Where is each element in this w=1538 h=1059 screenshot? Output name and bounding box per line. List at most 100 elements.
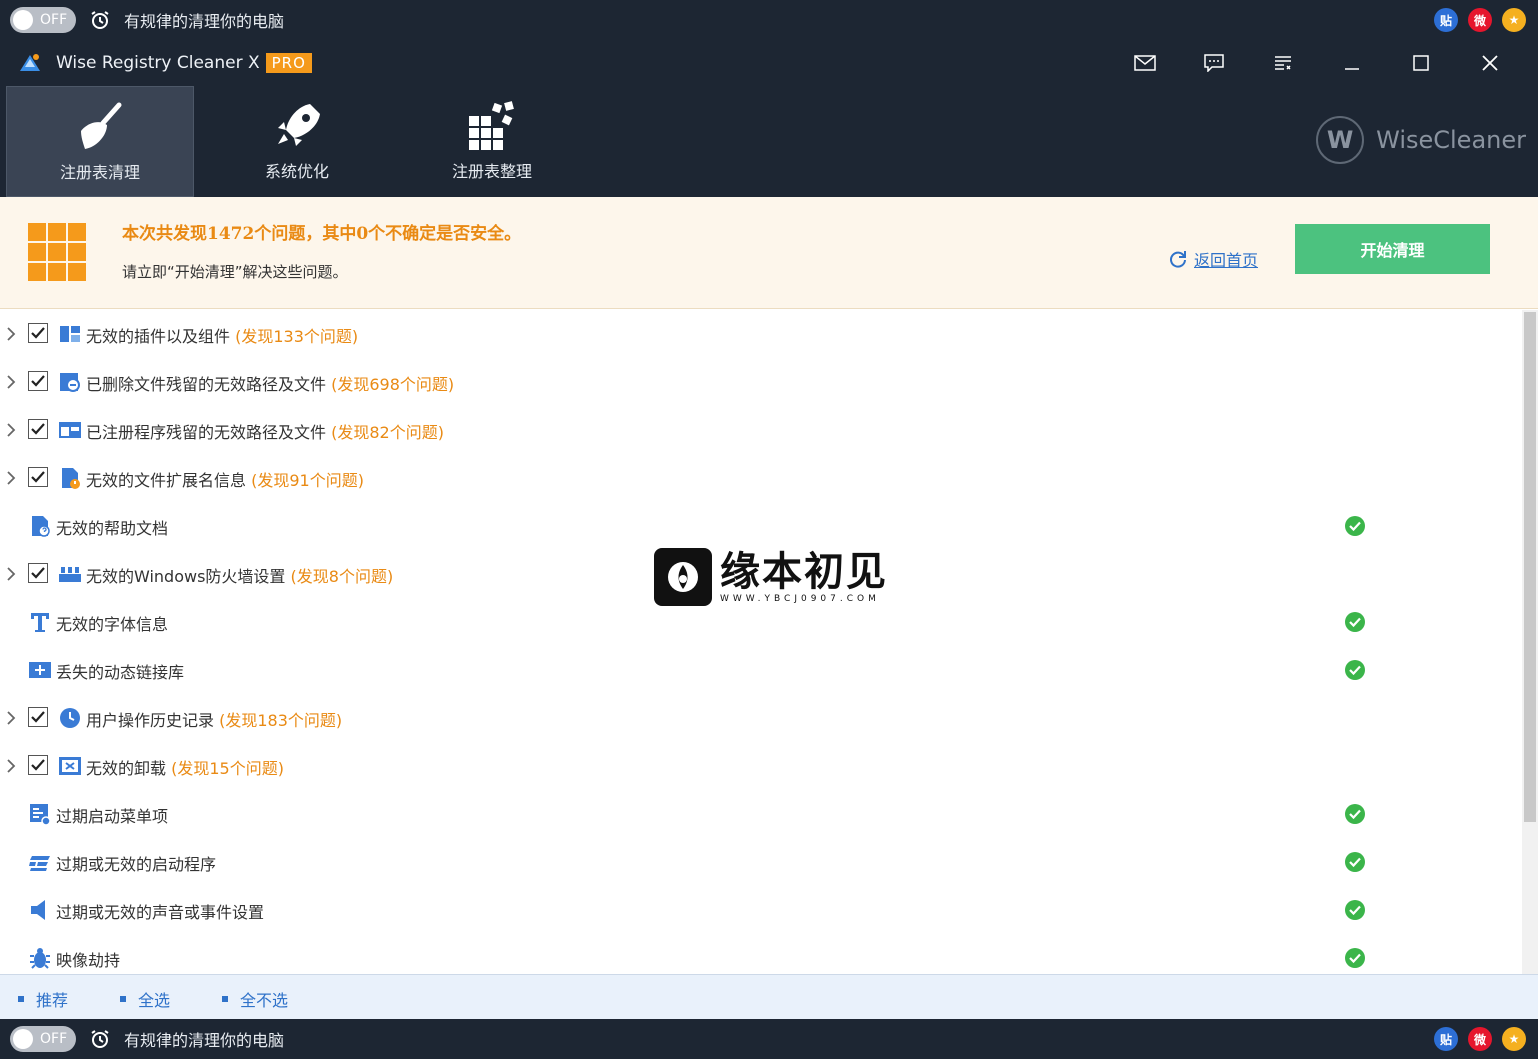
item-checkbox[interactable] [28,755,48,775]
alarm-clock-icon [90,1029,110,1049]
checkmark-icon [31,375,45,387]
list-item[interactable]: 过期启动菜单项 [0,790,1522,838]
item-title: 过期启动菜单项 [56,807,169,826]
list-item[interactable]: 已注册程序残留的无效路径及文件 (发现82个问题) [0,406,1522,454]
item-checkbox[interactable] [28,419,48,439]
schedule-toggle[interactable]: OFF [10,1026,76,1052]
schedule-toggle[interactable]: OFF [10,7,76,33]
item-label: 无效的帮助文档 [56,515,168,539]
item-title: 无效的卸载 [86,759,167,778]
item-title: 映像劫持 [56,951,121,970]
toggle-label: OFF [40,12,68,28]
back-home-link[interactable]: 返回首页 [1168,247,1258,271]
menu-list-icon[interactable] [1248,48,1317,78]
list-item[interactable]: 已删除文件残留的无效路径及文件 (发现698个问题) [0,358,1522,406]
weibo-icon[interactable]: 微 [1468,1027,1492,1051]
item-checkbox[interactable] [28,563,48,583]
defrag-blocks-icon [465,100,519,152]
item-title: 丢失的动态链接库 [56,663,185,682]
list-scrollbar[interactable] [1522,310,1538,974]
item-issue-count: (发现183个问题) [219,711,343,730]
expand-chevron-icon[interactable] [5,566,17,582]
expand-chevron-icon[interactable] [5,470,17,486]
expand-chevron-icon[interactable] [5,374,17,390]
tab-label: 注册表整理 [451,162,532,181]
promo-text[interactable]: 有规律的清理你的电脑 [124,1027,284,1051]
ok-check-icon [1345,612,1365,632]
back-home-label: 返回首页 [1194,251,1259,270]
wisecleaner-brand[interactable]: W WiseCleaner [1316,116,1526,164]
registry-grid-icon [28,223,86,281]
expand-chevron-icon[interactable] [5,422,17,438]
list-item[interactable]: 无效的卸载 (发现15个问题) [0,742,1522,790]
tieba-icon[interactable]: 贴 [1434,8,1458,32]
expand-chevron-icon[interactable] [5,710,17,726]
list-item[interactable]: 无效的帮助文档 [0,502,1522,550]
list-item[interactable]: 过期或无效的声音或事件设置 [0,886,1522,934]
tieba-icon[interactable]: 贴 [1434,1027,1458,1051]
brand-name: WiseCleaner [1376,126,1526,154]
start-clean-button[interactable]: 开始清理 [1295,224,1490,274]
list-item[interactable]: 用户操作历史记录 (发现183个问题) [0,694,1522,742]
tab-registry-defrag[interactable]: 注册表整理 [398,86,586,197]
item-label: 过期或无效的声音或事件设置 [56,899,264,923]
list-item[interactable]: 过期或无效的启动程序 [0,838,1522,886]
list-item[interactable]: 丢失的动态链接库 [0,646,1522,694]
ok-check-icon [1345,948,1365,968]
list-item[interactable]: 无效的插件以及组件 (发现133个问题) [0,310,1522,358]
history-clock-icon [58,706,82,730]
ok-check-icon [1345,804,1365,824]
select-all-label: 全选 [138,991,171,1010]
item-label: 过期或无效的启动程序 [56,851,216,875]
item-issue-count: (发现91个问题) [251,471,364,490]
item-checkbox[interactable] [28,467,48,487]
speaker-icon [28,898,52,922]
item-checkbox[interactable] [28,707,48,727]
dll-icon [28,658,52,682]
close-icon[interactable] [1455,48,1524,78]
select-all-link[interactable]: 全选 [120,987,170,1011]
select-none-label: 全不选 [240,991,289,1010]
item-issue-count: (发现133个问题) [235,327,359,346]
promo-text[interactable]: 有规律的清理你的电脑 [124,8,284,32]
weibo-icon[interactable]: 微 [1468,8,1492,32]
mail-icon[interactable] [1110,48,1179,78]
item-title: 已注册程序残留的无效路径及文件 [86,423,327,442]
bug-icon [28,946,52,970]
file-extension-icon [58,466,82,490]
firewall-icon [58,562,82,586]
item-checkbox[interactable] [28,371,48,391]
feedback-chat-icon[interactable] [1179,48,1248,78]
watermark-logo-icon [654,548,712,606]
watermark: 缘本初见 WWW.YBCJ0907.COM [654,548,888,606]
list-item[interactable]: 无效的文件扩展名信息 (发现91个问题) [0,454,1522,502]
item-issue-count: (发现698个问题) [331,375,455,394]
scrollbar-thumb[interactable] [1524,312,1536,822]
tab-system-optimize[interactable]: 系统优化 [203,86,391,197]
checkmark-icon [31,471,45,483]
item-label: 无效的文件扩展名信息 (发现91个问题) [86,467,364,491]
checkmark-icon [31,423,45,435]
wisecleaner-logo-icon: W [1316,116,1365,164]
toggle-knob [13,10,33,30]
favorite-star-icon[interactable]: ★ [1502,8,1526,32]
tab-registry-clean[interactable]: 注册表清理 [6,86,194,197]
checkmark-icon [31,327,45,339]
item-checkbox[interactable] [28,323,48,343]
item-label: 无效的插件以及组件 (发现133个问题) [86,323,358,347]
expand-chevron-icon[interactable] [5,758,17,774]
minimize-icon[interactable] [1317,48,1386,78]
recommend-link[interactable]: 推荐 [18,987,68,1011]
program-window-icon [58,418,82,442]
maximize-icon[interactable] [1386,48,1455,78]
item-title: 过期或无效的声音或事件设置 [56,903,265,922]
main-nav: 注册表清理 系统优化 注册表整理 W WiseCleaner [0,86,1538,197]
expand-chevron-icon[interactable] [5,326,17,342]
select-none-link[interactable]: 全不选 [222,987,288,1011]
item-label: 过期启动菜单项 [56,803,168,827]
favorite-star-icon[interactable]: ★ [1502,1027,1526,1051]
item-title: 无效的帮助文档 [56,519,169,538]
ok-check-icon [1345,852,1365,872]
list-item[interactable]: 映像劫持 [0,934,1522,974]
issue-list: 无效的插件以及组件 (发现133个问题) 已删除文件残留的无效路径及文件 (发现6… [0,310,1522,974]
